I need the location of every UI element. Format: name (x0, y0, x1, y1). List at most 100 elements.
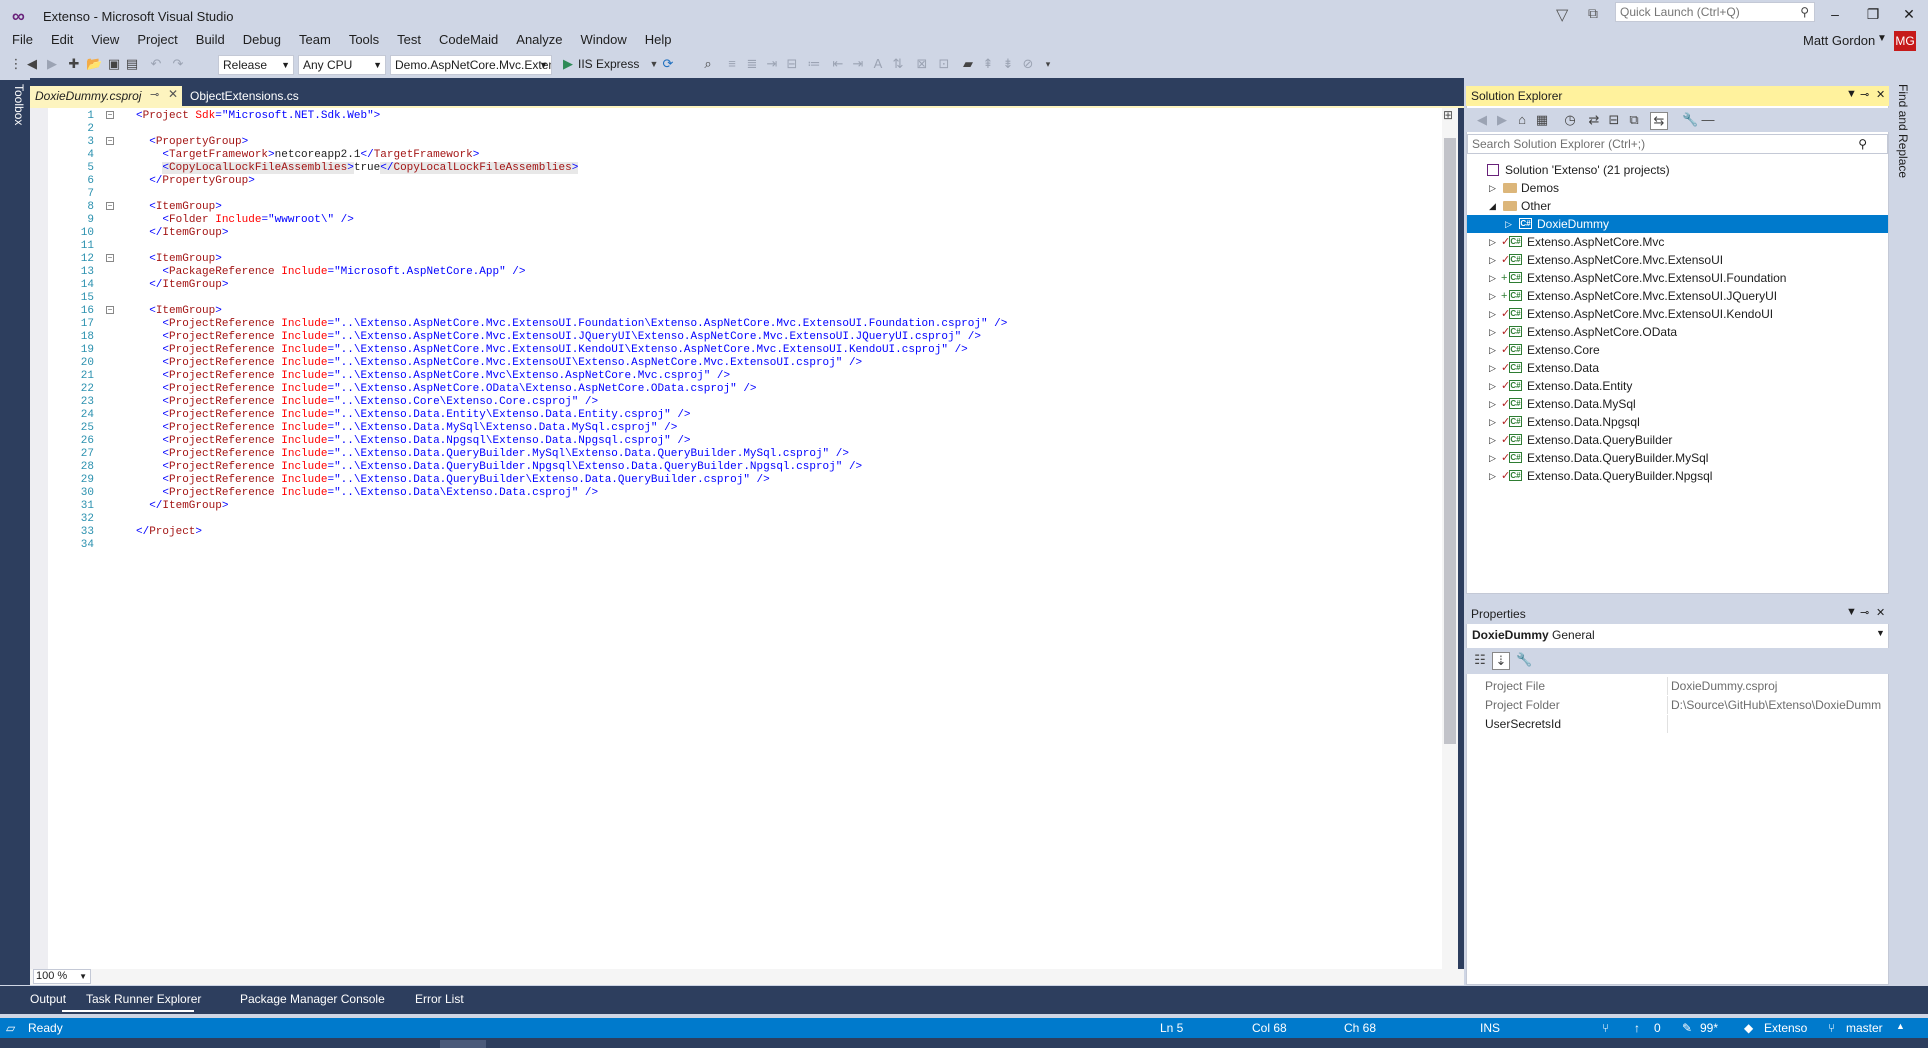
menu-team[interactable]: Team (290, 30, 340, 50)
menu-window[interactable]: Window (572, 30, 636, 50)
avatar[interactable]: MG (1894, 31, 1916, 51)
bookmark-icon[interactable]: ▰ (960, 56, 976, 72)
tree-item[interactable]: ▷ ✓ C# Extenso.AspNetCore.Mvc.ExtensoUI (1467, 251, 1887, 269)
clear-bookmarks-icon[interactable]: ⊘ (1020, 56, 1036, 72)
horizontal-scrollbar[interactable]: 100 % ▼ (30, 969, 1464, 985)
menu-analyze[interactable]: Analyze (507, 30, 571, 50)
branch-name[interactable]: master (1846, 1021, 1883, 1035)
home-icon[interactable]: ⌂ (1514, 112, 1530, 128)
tree-item[interactable]: ▷ ✓ C# Extenso.Data.Entity (1467, 377, 1887, 395)
step-into-icon[interactable]: ≡ (724, 56, 740, 72)
expand-arrow-icon[interactable]: ▷ (1489, 305, 1496, 323)
pending-changes-filter-icon[interactable]: ◷ (1562, 112, 1578, 128)
sort-icon[interactable]: ⇅ (890, 56, 906, 72)
property-divider[interactable] (1667, 677, 1668, 695)
menu-tools[interactable]: Tools (340, 30, 388, 50)
start-debugging-icon[interactable]: ▶ (560, 56, 576, 72)
pending-changes-icon[interactable]: ✎ (1682, 1021, 1692, 1035)
menu-debug[interactable]: Debug (234, 30, 290, 50)
tree-item[interactable]: ▷ ✓ C# Extenso.Data.QueryBuilder.Npgsql (1467, 467, 1887, 485)
expand-arrow-icon[interactable]: ▷ (1489, 395, 1496, 413)
user-name[interactable]: Matt Gordon (1803, 33, 1875, 48)
tab-output[interactable]: Output (30, 992, 66, 1006)
back-icon[interactable]: ◀ (1474, 112, 1490, 128)
property-row[interactable]: Project Folder D:\Source\GitHub\Extenso\D… (1467, 696, 1888, 714)
format-icon[interactable]: A (870, 56, 886, 72)
preview-icon[interactable]: — (1700, 112, 1716, 128)
run-target-label[interactable]: IIS Express (578, 57, 639, 71)
comment-icon[interactable]: ≔ (806, 56, 822, 72)
code-editor[interactable]: 1− <Project Sdk="Microsoft.NET.Sdk.Web"> 2… (30, 108, 1458, 976)
tree-item[interactable]: ▷ ✓ C# Extenso.AspNetCore.OData (1467, 323, 1887, 341)
expand-arrow-icon[interactable]: ▷ (1489, 449, 1496, 467)
chevron-down-icon[interactable]: ▼ (1846, 606, 1857, 618)
code-line[interactable]: 34 (50, 537, 1430, 553)
show-all-files-icon[interactable]: ⧉ (1626, 112, 1642, 128)
split-editor-icon[interactable]: ⊞ (1443, 108, 1453, 122)
close-button[interactable]: ✕ (1890, 0, 1928, 28)
collapse-arrow-icon[interactable]: ◢ (1489, 197, 1496, 215)
expand-arrow-icon[interactable]: ▷ (1489, 323, 1496, 341)
track-active-item-icon[interactable]: ⇆ (1650, 112, 1668, 130)
open-file-icon[interactable]: 📂 (86, 56, 102, 72)
property-value[interactable]: D:\Source\GitHub\Extenso\DoxieDumm (1671, 696, 1887, 714)
expand-arrow-icon[interactable]: ▷ (1489, 269, 1496, 287)
feedback-icon[interactable]: ⧉ (1588, 5, 1598, 22)
restore-button[interactable]: ❐ (1854, 0, 1892, 28)
find-in-files-icon[interactable]: ⌕ (700, 56, 716, 72)
expand-arrow-icon[interactable]: ▷ (1489, 467, 1496, 485)
tree-item[interactable]: ▷ ✓ C# Extenso.Data.Npgsql (1467, 413, 1887, 431)
chevron-down-icon[interactable]: ▼ (1876, 628, 1885, 638)
toolbar-options-icon[interactable]: ▾ (1040, 56, 1056, 72)
new-project-icon[interactable]: ✚ (66, 56, 82, 72)
collapse-icon[interactable]: − (106, 137, 114, 146)
search-icon[interactable]: ⚲ (1858, 135, 1867, 153)
pin-icon[interactable]: ⊸ (150, 88, 159, 101)
expand-arrow-icon[interactable]: ▷ (1489, 251, 1496, 269)
save-icon[interactable]: ▣ (106, 56, 122, 72)
switch-views-icon[interactable]: ▦ (1534, 112, 1550, 128)
collapse-all-icon[interactable]: ⊟ (1606, 112, 1622, 128)
zoom-select[interactable]: 100 % ▼ (33, 969, 91, 984)
refresh-icon[interactable]: ⟳ (660, 56, 676, 72)
expand-arrow-icon[interactable]: ▷ (1489, 431, 1496, 449)
save-all-icon[interactable]: ▤ (124, 56, 140, 72)
configuration-select[interactable]: Release ▼ (218, 55, 294, 75)
tree-item[interactable]: ▷ + C# Extenso.AspNetCore.Mvc.ExtensoUI.Fou… (1467, 269, 1887, 287)
forward-icon[interactable]: ▶ (44, 56, 60, 72)
properties-icon[interactable]: 🔧 (1682, 112, 1698, 128)
menu-test[interactable]: Test (388, 30, 430, 50)
tree-item[interactable]: ▷ ✓ C# Extenso.AspNetCore.Mvc.ExtensoUI.Ken… (1467, 305, 1887, 323)
step-over-icon[interactable]: ≣ (744, 56, 760, 72)
toolbox-tab[interactable]: Toolbox (4, 84, 26, 125)
tree-item[interactable]: ▷ + C# Extenso.AspNetCore.Mvc.ExtensoUI.JQu… (1467, 287, 1887, 305)
expand-arrow-icon[interactable]: ▷ (1489, 233, 1496, 251)
tab-objectextensions-cs[interactable]: ObjectExtensions.cs (190, 89, 299, 103)
properties-object-select[interactable]: DoxieDummy General (1472, 628, 1595, 642)
collapse-icon[interactable]: − (106, 306, 114, 315)
pending-changes-count[interactable]: 99* (1700, 1021, 1718, 1035)
repository-icon[interactable]: ◆ (1744, 1021, 1753, 1035)
close-icon[interactable]: ✕ (1876, 88, 1885, 101)
undo-icon[interactable]: ↶ (148, 56, 164, 72)
redo-icon[interactable]: ↷ (170, 56, 186, 72)
tree-item[interactable]: ▷ ✓ C# Extenso.Core (1467, 341, 1887, 359)
tab-error-list[interactable]: Error List (415, 992, 464, 1006)
notifications-filter-icon[interactable]: ▽ (1556, 5, 1568, 25)
menu-file[interactable]: File (0, 30, 42, 50)
breakpoint-icon[interactable]: ⊟ (784, 56, 800, 72)
collapse-icon[interactable]: − (106, 111, 114, 120)
uncomment-icon[interactable]: ⊠ (914, 56, 930, 72)
close-icon[interactable]: ✕ (1876, 606, 1885, 619)
expand-arrow-icon[interactable]: ▷ (1489, 341, 1496, 359)
push-icon[interactable]: ↑ (1634, 1021, 1640, 1035)
scrollbar-thumb[interactable] (1444, 138, 1456, 744)
collapse-icon[interactable]: − (106, 202, 114, 211)
property-pages-icon[interactable]: 🔧 (1516, 652, 1532, 668)
repository-name[interactable]: Extenso (1764, 1021, 1807, 1035)
source-control-icon[interactable]: ⑂ (1602, 1021, 1609, 1035)
expand-arrow-icon[interactable]: ▷ (1505, 215, 1512, 233)
pin-icon[interactable]: ⊸ (1860, 606, 1869, 619)
quick-launch-box[interactable]: ⚲ (1615, 2, 1815, 22)
unpublished-count[interactable]: 0 (1654, 1021, 1661, 1035)
